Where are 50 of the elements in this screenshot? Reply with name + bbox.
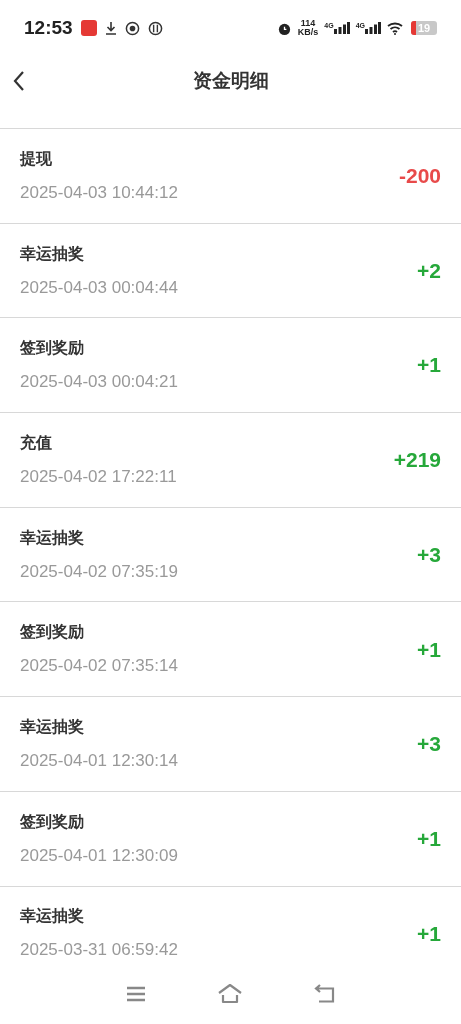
- transaction-row[interactable]: 幸运抽奖 2025-04-01 12:30:14 +3: [0, 697, 461, 792]
- transaction-type: 幸运抽奖: [20, 906, 85, 927]
- transaction-amount: +3: [417, 541, 441, 568]
- transaction-amount: +1: [417, 920, 441, 947]
- transaction-time: 2025-04-03 00:04:21: [20, 372, 178, 393]
- menu-icon[interactable]: [125, 986, 146, 1002]
- transaction-type: 提现: [20, 148, 53, 169]
- transaction-amount: -200: [398, 163, 441, 190]
- transaction-row[interactable]: 充值 2025-04-02 17:22:11 +219: [0, 413, 461, 508]
- app-notification-icon: [80, 20, 97, 36]
- transaction-amount: +219: [393, 447, 441, 474]
- transaction-row[interactable]: 提现 2025-04-03 10:44:12 -200: [0, 129, 461, 224]
- transaction-time: 2025-04-02 07:35:14: [20, 656, 178, 677]
- transaction-time: 2025-04-01 12:30:09: [20, 845, 178, 866]
- signal-icon: [333, 22, 350, 34]
- circle-app-icon: [147, 20, 163, 36]
- transaction-type: 签到奖励: [20, 811, 85, 832]
- transaction-time: 2025-04-01 12:30:14: [20, 750, 178, 771]
- clock-time: 12:53: [24, 15, 73, 40]
- transaction-amount: +3: [417, 731, 441, 758]
- transaction-time: 2025-04-02 07:35:19: [20, 561, 178, 582]
- signal-icon: [365, 22, 381, 34]
- transaction-amount: +1: [417, 825, 441, 852]
- download-icon: [104, 21, 117, 35]
- transaction-amount: +1: [417, 352, 441, 379]
- transaction-time: 2025-04-03 00:04:44: [20, 277, 178, 298]
- transaction-row[interactable]: 幸运抽奖 2025-04-02 07:35:19 +3: [0, 507, 461, 603]
- transaction-type: 充值: [20, 432, 53, 453]
- network-speed-unit: KB/s: [297, 28, 319, 37]
- wifi-icon: [387, 21, 405, 35]
- transaction-time: 2025-04-02 17:22:11: [20, 466, 177, 487]
- back-icon[interactable]: [313, 984, 336, 1004]
- transaction-row[interactable]: 幸运抽奖 2025-04-03 00:04:44 +2: [0, 223, 461, 319]
- transaction-amount: +1: [417, 636, 441, 663]
- page-title: 资金明细: [192, 68, 269, 93]
- network-speed: 114: [300, 19, 316, 28]
- transaction-type: 签到奖励: [20, 338, 85, 359]
- transaction-row[interactable]: 签到奖励 2025-04-03 00:04:21 +1: [0, 318, 461, 414]
- transaction-type: 幸运抽奖: [20, 243, 85, 264]
- transaction-row[interactable]: 签到奖励 2025-04-02 07:35:14 +1: [0, 602, 461, 698]
- transaction-type: 签到奖励: [20, 622, 85, 643]
- transaction-time: 2025-04-03 10:44:12: [20, 182, 178, 203]
- circle-app-icon: [124, 20, 140, 36]
- transaction-time: 2025-03-31 06:59:42: [20, 940, 178, 961]
- home-icon[interactable]: [216, 984, 243, 1004]
- transaction-type: 幸运抽奖: [20, 527, 85, 548]
- back-icon: [13, 70, 25, 92]
- transaction-type: 幸运抽奖: [20, 716, 85, 737]
- transaction-amount: +2: [417, 257, 441, 284]
- transaction-row[interactable]: 签到奖励 2025-04-01 12:30:09 +1: [0, 791, 461, 887]
